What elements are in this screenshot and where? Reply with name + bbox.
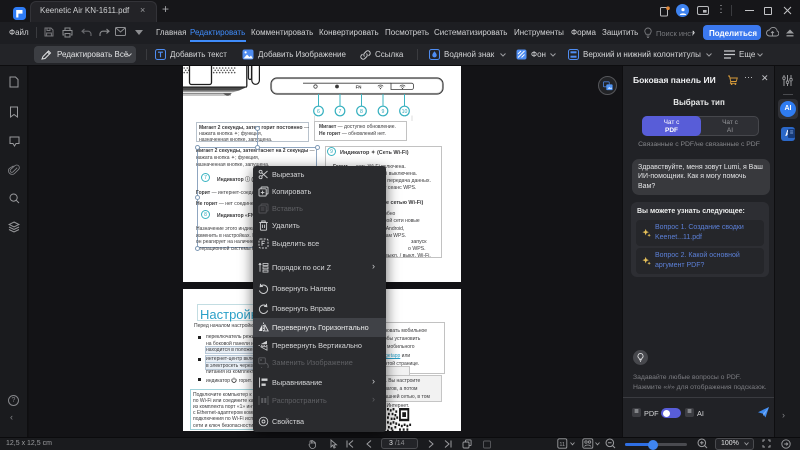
svg-text:10: 10: [402, 109, 408, 115]
svg-text:8: 8: [360, 109, 363, 115]
svg-text:7: 7: [339, 109, 342, 115]
svg-text:6: 6: [317, 109, 320, 115]
svg-text:FN: FN: [356, 84, 362, 89]
svg-text:11: 11: [559, 442, 565, 448]
svg-text:9: 9: [382, 109, 385, 115]
